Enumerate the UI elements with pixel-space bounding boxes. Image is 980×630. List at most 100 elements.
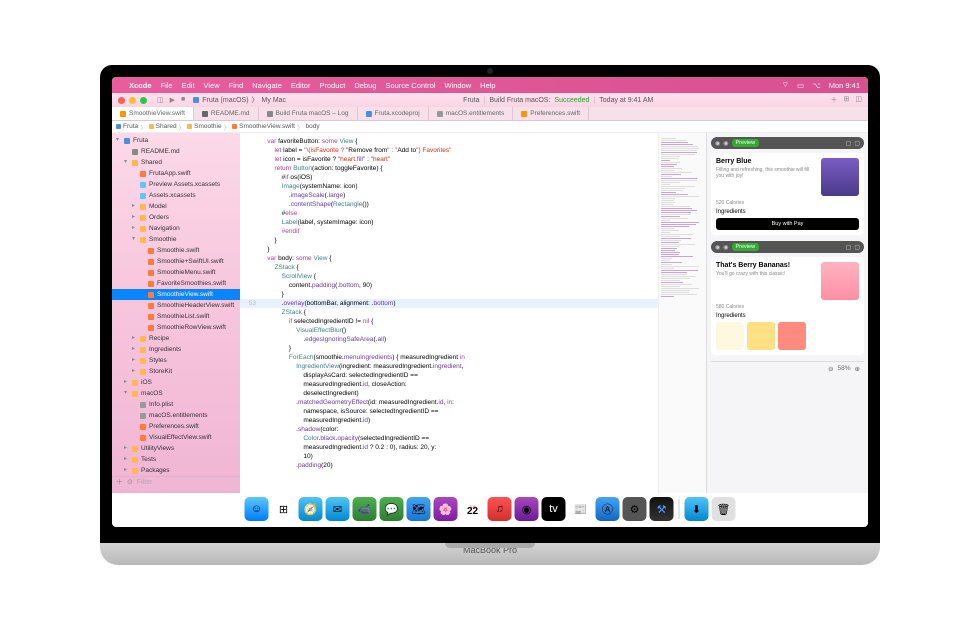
- library-icon[interactable]: ⊞: [844, 95, 850, 105]
- navigator-item-smoothierowview-swift[interactable]: SmoothieRowView.swift: [112, 322, 240, 333]
- navigator-item-preview-assets-xcassets[interactable]: Preview Assets.xcassets: [112, 179, 240, 190]
- dock-music[interactable]: ♫: [488, 497, 512, 521]
- tab-build-fruta-macos-log[interactable]: Build Fruta macOS – Log: [259, 107, 358, 120]
- navigator-item-smoothie-swiftui-swift[interactable]: Smoothie+SwiftUI.swift: [112, 256, 240, 267]
- dock-safari[interactable]: 🧭: [299, 497, 323, 521]
- pin-icon[interactable]: ◉: [715, 244, 720, 251]
- source-editor[interactable]: var favoriteButton: some View { let labe…: [240, 133, 658, 493]
- add-file-icon[interactable]: ＋: [116, 477, 123, 488]
- settings-icon[interactable]: ▢: [854, 244, 860, 251]
- filter-icon[interactable]: ⊙: [127, 477, 133, 488]
- menu-edit[interactable]: Edit: [182, 81, 195, 90]
- navigator-item-macos-entitlements[interactable]: macOS.entitlements: [112, 410, 240, 421]
- navigator-item-readme-md[interactable]: README.md: [112, 146, 240, 157]
- clock[interactable]: Mon 9:41: [829, 81, 860, 90]
- navigator-item-orders[interactable]: ▸Orders: [112, 212, 240, 223]
- navigator-item-ios[interactable]: ▸iOS: [112, 377, 240, 388]
- device-icon[interactable]: ▢: [846, 140, 852, 147]
- navigator-item-assets-xcassets[interactable]: Assets.xcassets: [112, 190, 240, 201]
- dock-downloads[interactable]: ⬇: [685, 497, 709, 521]
- navigator-item-smoothieheaderview-swift[interactable]: SmoothieHeaderView.swift: [112, 300, 240, 311]
- preview-button[interactable]: Preview: [732, 139, 760, 147]
- scheme-selector[interactable]: Fruta (macOS): [202, 97, 248, 104]
- navigator-item-ingredients[interactable]: ▸Ingredients: [112, 344, 240, 355]
- tab-smoothieview-swift[interactable]: SmoothieView.swift: [112, 107, 194, 120]
- navigator-item-utilityviews[interactable]: ▸UtilityViews: [112, 443, 240, 454]
- zoom-in-icon[interactable]: ⊕: [855, 365, 860, 373]
- dock-tv[interactable]: tv: [542, 497, 566, 521]
- zoom-out-icon[interactable]: ⊖: [828, 365, 833, 373]
- minimap[interactable]: [658, 133, 706, 493]
- inspector-toggle-icon[interactable]: ◫: [855, 95, 862, 105]
- navigator-item-smoothieview-swift[interactable]: SmoothieView.swift: [112, 289, 240, 300]
- menu-find[interactable]: Find: [229, 81, 244, 90]
- stop-button[interactable]: ■: [181, 96, 185, 104]
- navigator-item-packages[interactable]: ▸Packages: [112, 465, 240, 476]
- dock-maps[interactable]: 🗺: [407, 497, 431, 521]
- menu-source-control[interactable]: Source Control: [385, 81, 435, 90]
- menu-help[interactable]: Help: [480, 81, 495, 90]
- apple-pay-button[interactable]: Buy with Pay: [716, 218, 859, 230]
- ingredient-almond-milk[interactable]: [716, 322, 744, 350]
- navigator-item-shared[interactable]: ▾Shared: [112, 157, 240, 168]
- preview-button[interactable]: Preview: [732, 243, 760, 251]
- dock-podcasts[interactable]: ◉: [515, 497, 539, 521]
- project-root[interactable]: ▾Fruta: [112, 135, 240, 146]
- ingredient-strawberry[interactable]: [778, 322, 806, 350]
- dock-settings[interactable]: ⚙: [623, 497, 647, 521]
- settings-icon[interactable]: ▢: [854, 140, 860, 147]
- navigator-item-tests[interactable]: ▸Tests: [112, 454, 240, 465]
- run-button[interactable]: ▶: [170, 96, 175, 104]
- menu-navigate[interactable]: Navigate: [252, 81, 282, 90]
- menu-window[interactable]: Window: [444, 81, 471, 90]
- navigator-item-favoritesmoothies-swift[interactable]: FavoriteSmoothies.swift: [112, 278, 240, 289]
- navigator-item-preferences-swift[interactable]: Preferences.swift: [112, 421, 240, 432]
- app-name[interactable]: Xcode: [129, 81, 152, 90]
- navigator-item-smoothie[interactable]: ▾Smoothie: [112, 234, 240, 245]
- dock-launchpad[interactable]: ⊞: [272, 497, 296, 521]
- preview-card-1[interactable]: Berry Blue Filling and refreshing, this …: [711, 153, 864, 235]
- ingredient-banana[interactable]: [747, 322, 775, 350]
- minimize-window-button[interactable]: [129, 97, 136, 104]
- navigator-item-info-plist[interactable]: Info.plist: [112, 399, 240, 410]
- navigator-item-storekit[interactable]: ▸StoreKit: [112, 366, 240, 377]
- navigator-item-model[interactable]: ▸Model: [112, 201, 240, 212]
- navigator-item-macos[interactable]: ▾macOS: [112, 388, 240, 399]
- live-icon[interactable]: ◉: [723, 244, 728, 251]
- tab-macos-entitlements[interactable]: macOS.entitlements: [429, 107, 514, 120]
- zoom-window-button[interactable]: [140, 97, 147, 104]
- close-window-button[interactable]: [118, 97, 125, 104]
- dock-photos[interactable]: 🌸: [434, 497, 458, 521]
- menu-product[interactable]: Product: [319, 81, 345, 90]
- dock-appstore[interactable]: Ⓐ: [596, 497, 620, 521]
- filter-input[interactable]: Filter: [137, 477, 153, 488]
- dock-finder[interactable]: ☺: [245, 497, 269, 521]
- live-icon[interactable]: ◉: [723, 140, 728, 147]
- dock-calendar[interactable]: JUN22: [461, 497, 485, 521]
- navigator-item-smoothiemenu-swift[interactable]: SmoothieMenu.swift: [112, 267, 240, 278]
- tab-readme-md[interactable]: README.md: [194, 107, 259, 120]
- dock-news[interactable]: 📰: [569, 497, 593, 521]
- navigator-item-smoothie-swift[interactable]: Smoothie.swift: [112, 245, 240, 256]
- menu-editor[interactable]: Editor: [291, 81, 311, 90]
- dock-facetime[interactable]: 📹: [353, 497, 377, 521]
- device-icon[interactable]: ▢: [846, 244, 852, 251]
- dock-xcode[interactable]: ⚒: [650, 497, 674, 521]
- menu-file[interactable]: File: [161, 81, 173, 90]
- zoom-level[interactable]: 58%: [838, 365, 851, 372]
- menu-debug[interactable]: Debug: [354, 81, 376, 90]
- dock-messages[interactable]: 💬: [380, 497, 404, 521]
- pin-icon[interactable]: ◉: [715, 140, 720, 147]
- tab-fruta-xcodeproj[interactable]: Fruta.xcodeproj: [358, 107, 429, 120]
- navigator-toggle-icon[interactable]: ◫: [157, 96, 164, 104]
- navigator-item-styles[interactable]: ▸Styles: [112, 355, 240, 366]
- battery-icon[interactable]: ▭: [797, 81, 804, 90]
- dock-mail[interactable]: ✉: [326, 497, 350, 521]
- device-selector[interactable]: My Mac: [262, 97, 287, 104]
- add-icon[interactable]: ＋: [831, 95, 838, 105]
- navigator-item-frutaapp-swift[interactable]: FrutaApp.swift: [112, 168, 240, 179]
- tab-preferences-swift[interactable]: Preferences.swift: [513, 107, 589, 120]
- preview-card-2[interactable]: That's Berry Bananas! You'll go crazy wi…: [711, 257, 864, 355]
- wifi-icon[interactable]: ⌔: [782, 80, 789, 90]
- control-center-icon[interactable]: ⌥: [812, 81, 821, 90]
